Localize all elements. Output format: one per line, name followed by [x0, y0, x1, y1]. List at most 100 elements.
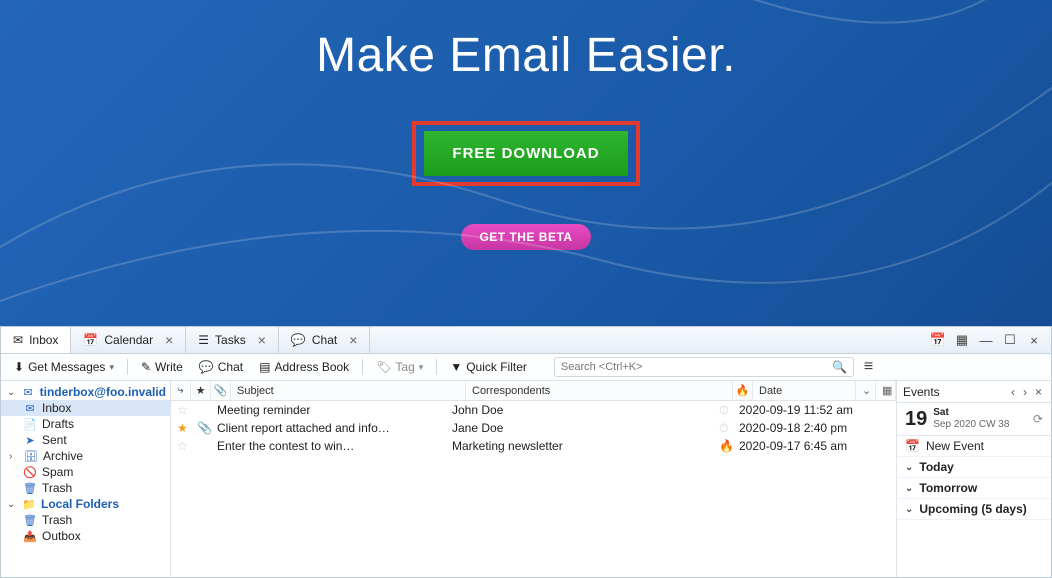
account-node[interactable]: ⌄ ✉ tinderbox@foo.invalid [1, 384, 170, 400]
search-icon[interactable]: 🔍 [832, 360, 847, 374]
tag-button[interactable]: 🏷 Tag ▾ [369, 358, 430, 376]
filter-icon: ▼ [450, 360, 462, 374]
book-icon: ▤ [259, 360, 270, 374]
address-book-button[interactable]: ▤ Address Book [252, 358, 356, 376]
maximize-icon[interactable]: ☐ [999, 332, 1021, 348]
attachment-col-icon[interactable]: 📎 [211, 381, 231, 400]
message-row[interactable]: ★ 📎 Client report attached and info… Jan… [171, 419, 896, 437]
download-highlight-box: FREE DOWNLOAD [412, 121, 639, 186]
tab-inbox[interactable]: ✉ Inbox [1, 327, 71, 353]
close-icon[interactable]: × [165, 332, 173, 348]
events-title: Events [903, 385, 940, 399]
main-toolbar: ⬇ Get Messages ▾ ✎ Write 💬 Chat ▤ Addres… [1, 354, 1051, 381]
date-column[interactable]: Date [753, 381, 856, 400]
menu-icon[interactable]: ≡ [864, 358, 873, 376]
tab-label: Calendar [104, 333, 153, 347]
minimize-icon[interactable]: — [975, 333, 997, 348]
flag-icon[interactable]: 🔥 [713, 439, 733, 453]
prev-icon[interactable]: ‹ [1008, 385, 1018, 399]
star-icon[interactable]: ☆ [171, 439, 191, 453]
star-icon[interactable]: ☆ [171, 403, 191, 417]
trash-icon: 🗑 [23, 514, 37, 527]
expand-icon[interactable]: › [9, 451, 19, 462]
folder-icon: 📁 [22, 498, 36, 511]
message-subject: Meeting reminder [211, 403, 446, 417]
mail-icon: ✉ [13, 333, 23, 347]
message-date: 2020-09-19 11:52 am [733, 403, 896, 417]
folder-inbox[interactable]: ✉Inbox [1, 400, 170, 416]
events-section-today[interactable]: ⌄Today [897, 457, 1051, 478]
folder-drafts[interactable]: 📄Drafts [1, 416, 170, 432]
calendar-add-icon: 📅 [905, 439, 920, 453]
message-row[interactable]: ☆ Enter the contest to win… Marketing ne… [171, 437, 896, 455]
trash-icon: 🗑 [23, 482, 37, 495]
folder-trash[interactable]: 🗑Trash [1, 480, 170, 496]
events-header: Events ‹ › × [897, 381, 1051, 403]
folder-outbox[interactable]: 📤Outbox [1, 528, 170, 544]
write-button[interactable]: ✎ Write [134, 358, 190, 376]
events-section-upcoming[interactable]: ⌄Upcoming (5 days) [897, 499, 1051, 520]
chat-button[interactable]: 💬 Chat [192, 358, 250, 376]
correspondents-column[interactable]: Correspondents [466, 381, 733, 400]
folder-sent[interactable]: ➤Sent [1, 432, 170, 448]
archive-icon: 🗄 [24, 450, 38, 463]
new-event-button[interactable]: 📅 New Event [897, 436, 1051, 457]
chat-icon: 💬 [199, 360, 214, 374]
column-headers: ⤷ ★ 📎 Subject Correspondents 🔥 Date ⌄ ▦ [171, 381, 896, 401]
folder-archive[interactable]: ›🗄Archive [1, 448, 170, 464]
hero-banner: Make Email Easier. FREE DOWNLOAD GET THE… [0, 0, 1052, 326]
email-client-window: ✉ Inbox 📅 Calendar × ☰ Tasks × 💬 Chat × … [0, 326, 1052, 578]
flag-col-icon[interactable]: 🔥 [733, 381, 753, 400]
tab-label: Chat [312, 333, 337, 347]
hero-headline: Make Email Easier. [316, 28, 736, 83]
tab-bar: ✉ Inbox 📅 Calendar × ☰ Tasks × 💬 Chat × … [1, 327, 1051, 354]
message-subject: Enter the contest to win… [211, 439, 446, 453]
expand-icon[interactable]: ⌄ [7, 387, 16, 398]
download-icon: ⬇ [14, 360, 24, 374]
thread-col-icon[interactable]: ⤷ [171, 381, 191, 400]
search-box[interactable]: 🔍 [554, 357, 854, 377]
tab-calendar[interactable]: 📅 Calendar × [71, 327, 186, 353]
events-section-tomorrow[interactable]: ⌄Tomorrow [897, 478, 1051, 499]
next-icon[interactable]: › [1020, 385, 1030, 399]
quick-filter-button[interactable]: ▼ Quick Filter [443, 358, 534, 376]
tasks-toggle-icon[interactable]: ▦ [951, 332, 973, 348]
message-date: 2020-09-18 2:40 pm [733, 421, 896, 435]
get-messages-button[interactable]: ⬇ Get Messages ▾ [7, 358, 121, 376]
folder-spam[interactable]: 🚫Spam [1, 464, 170, 480]
subject-column[interactable]: Subject [231, 381, 466, 400]
events-panel: Events ‹ › × 19 Sat Sep 2020 CW 38 ⟳ 📅 N… [897, 381, 1051, 577]
message-correspondent: Marketing newsletter [446, 439, 713, 453]
tab-tasks[interactable]: ☰ Tasks × [186, 327, 279, 353]
calendar-toggle-icon[interactable]: 📅 [927, 332, 949, 348]
close-icon[interactable]: × [1032, 385, 1045, 399]
chat-icon: 💬 [291, 333, 306, 347]
close-window-icon[interactable]: × [1023, 333, 1045, 348]
get-beta-button[interactable]: GET THE BETA [461, 224, 590, 250]
expand-icon[interactable]: ⌄ [7, 499, 17, 510]
column-picker-icon[interactable]: ⌄ [856, 381, 876, 400]
message-date: 2020-09-17 6:45 am [733, 439, 896, 453]
tab-label: Inbox [29, 333, 58, 347]
column-picker-icon[interactable]: ▦ [876, 381, 896, 400]
refresh-icon[interactable]: ⟳ [1033, 412, 1043, 426]
close-icon[interactable]: × [258, 332, 266, 348]
flag-icon[interactable]: ⏱ [713, 421, 733, 436]
local-folders-node[interactable]: ⌄ 📁 Local Folders [1, 496, 170, 512]
chevron-down-icon: ⌄ [905, 504, 913, 515]
tab-chat[interactable]: 💬 Chat × [279, 327, 371, 353]
message-subject: Client report attached and info… [211, 421, 446, 435]
close-icon[interactable]: × [349, 332, 357, 348]
free-download-button[interactable]: FREE DOWNLOAD [424, 131, 627, 176]
window-controls: 📅 ▦ — ☐ × [927, 332, 1051, 348]
drafts-icon: 📄 [23, 418, 37, 431]
search-input[interactable] [561, 361, 832, 373]
star-icon[interactable]: ★ [171, 421, 191, 435]
chevron-down-icon: ⌄ [905, 462, 913, 473]
star-col-icon[interactable]: ★ [191, 381, 211, 400]
message-correspondent: Jane Doe [446, 421, 713, 435]
flag-icon[interactable]: ⏱ [713, 403, 733, 418]
message-row[interactable]: ☆ Meeting reminder John Doe ⏱ 2020-09-19… [171, 401, 896, 419]
attachment-icon: 📎 [191, 421, 211, 435]
folder-local-trash[interactable]: 🗑Trash [1, 512, 170, 528]
